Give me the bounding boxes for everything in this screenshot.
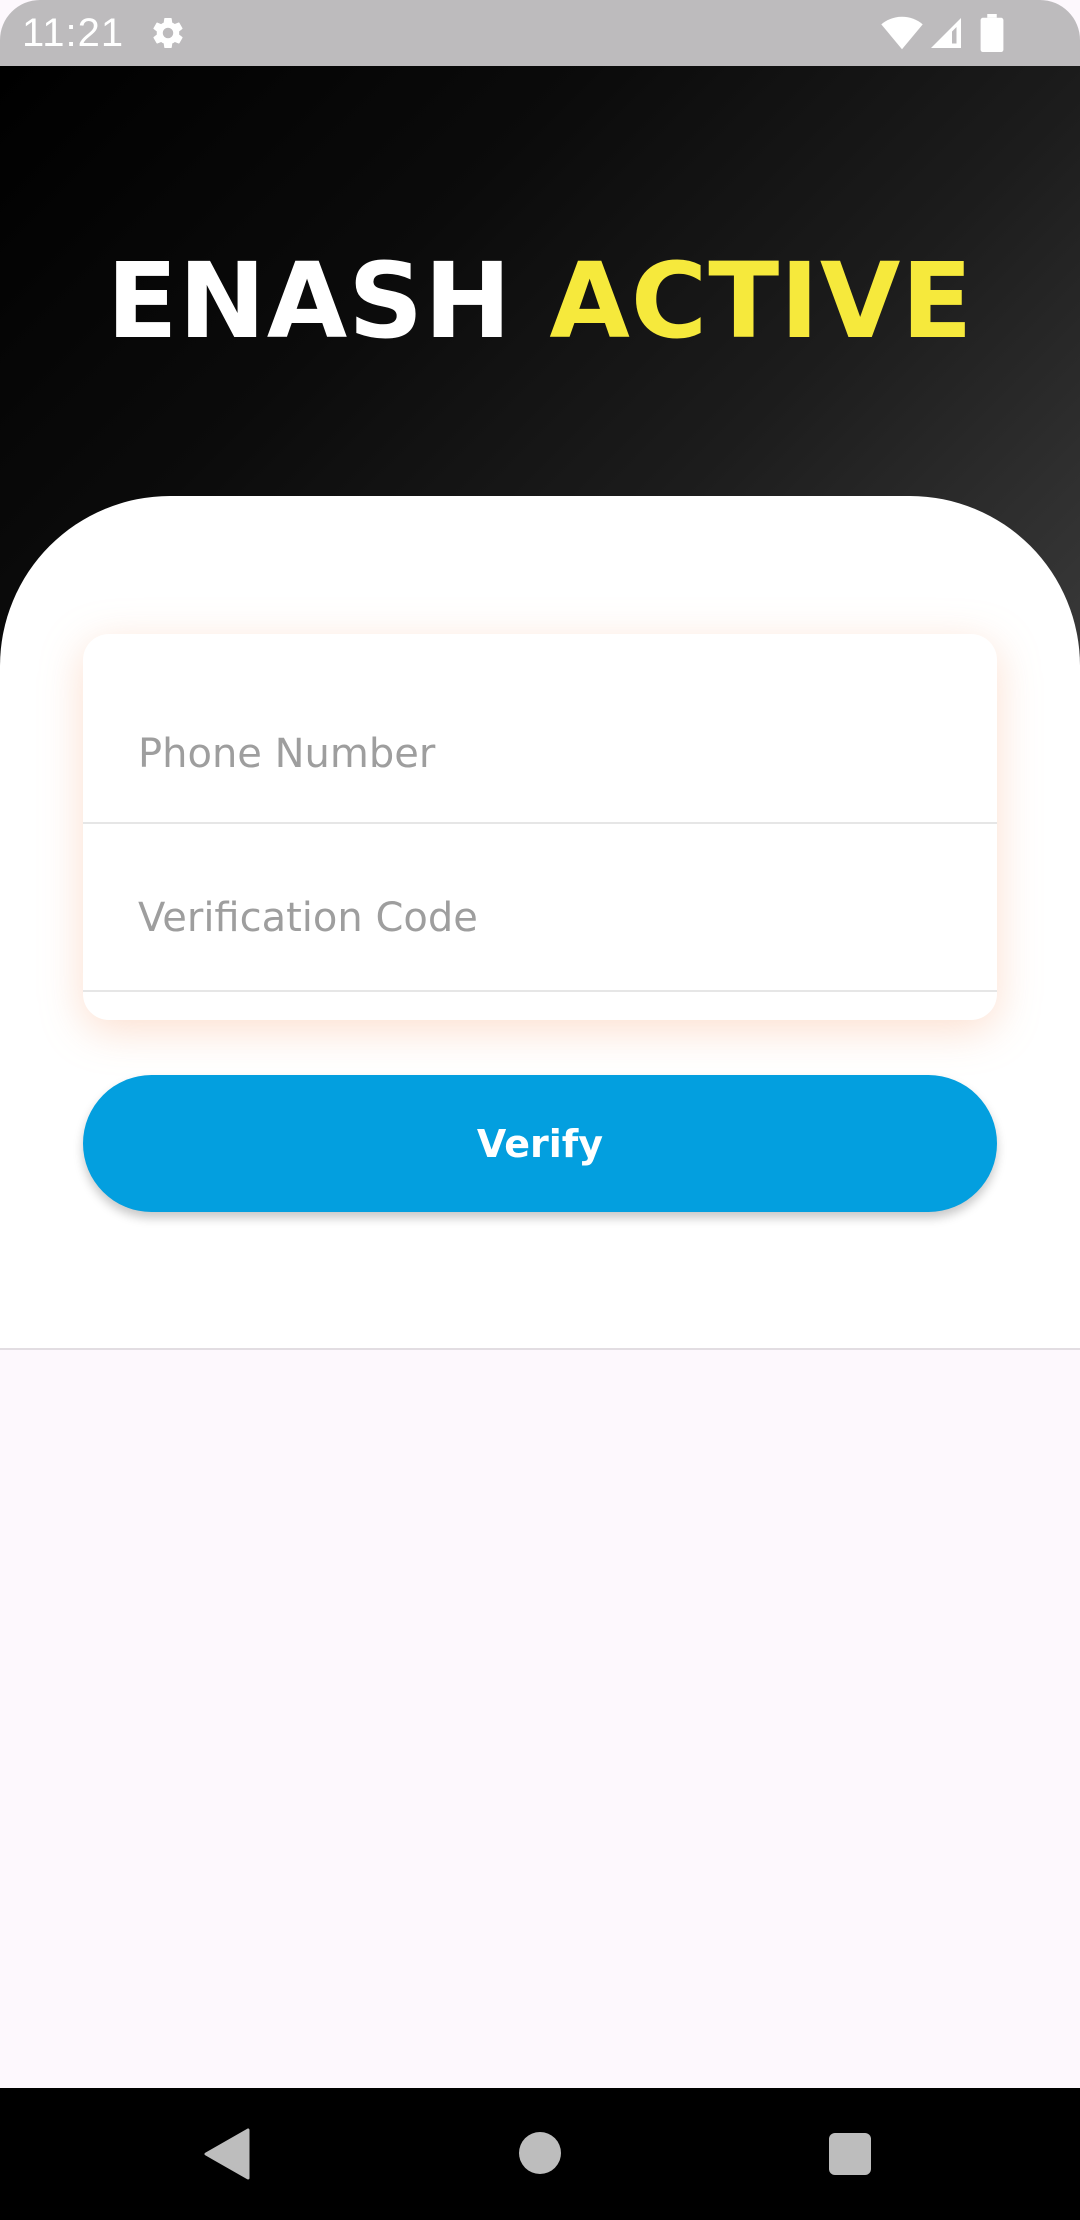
gear-icon [153, 18, 183, 49]
home-icon[interactable] [519, 2132, 561, 2174]
app-title-part2: ACTIVE [549, 240, 974, 362]
battery-icon [980, 14, 1004, 52]
verification-form-card [83, 634, 997, 1020]
status-bar: 11:21 [0, 0, 1080, 66]
verify-button[interactable]: Verify [83, 1075, 997, 1212]
back-icon[interactable] [204, 2128, 250, 2180]
screen: 11:21 ENASH ACTIVE Verify [0, 0, 1080, 2220]
phone-number-input[interactable] [83, 686, 997, 824]
recents-icon[interactable] [829, 2133, 871, 2175]
navigation-bar [0, 2088, 1080, 2220]
verification-code-input[interactable] [83, 846, 997, 992]
app-title: ENASH ACTIVE [0, 236, 1080, 366]
signal-icon [931, 18, 961, 48]
status-time: 11:21 [22, 11, 125, 55]
wifi-icon [881, 16, 923, 50]
app-title-part1: ENASH [106, 240, 513, 362]
